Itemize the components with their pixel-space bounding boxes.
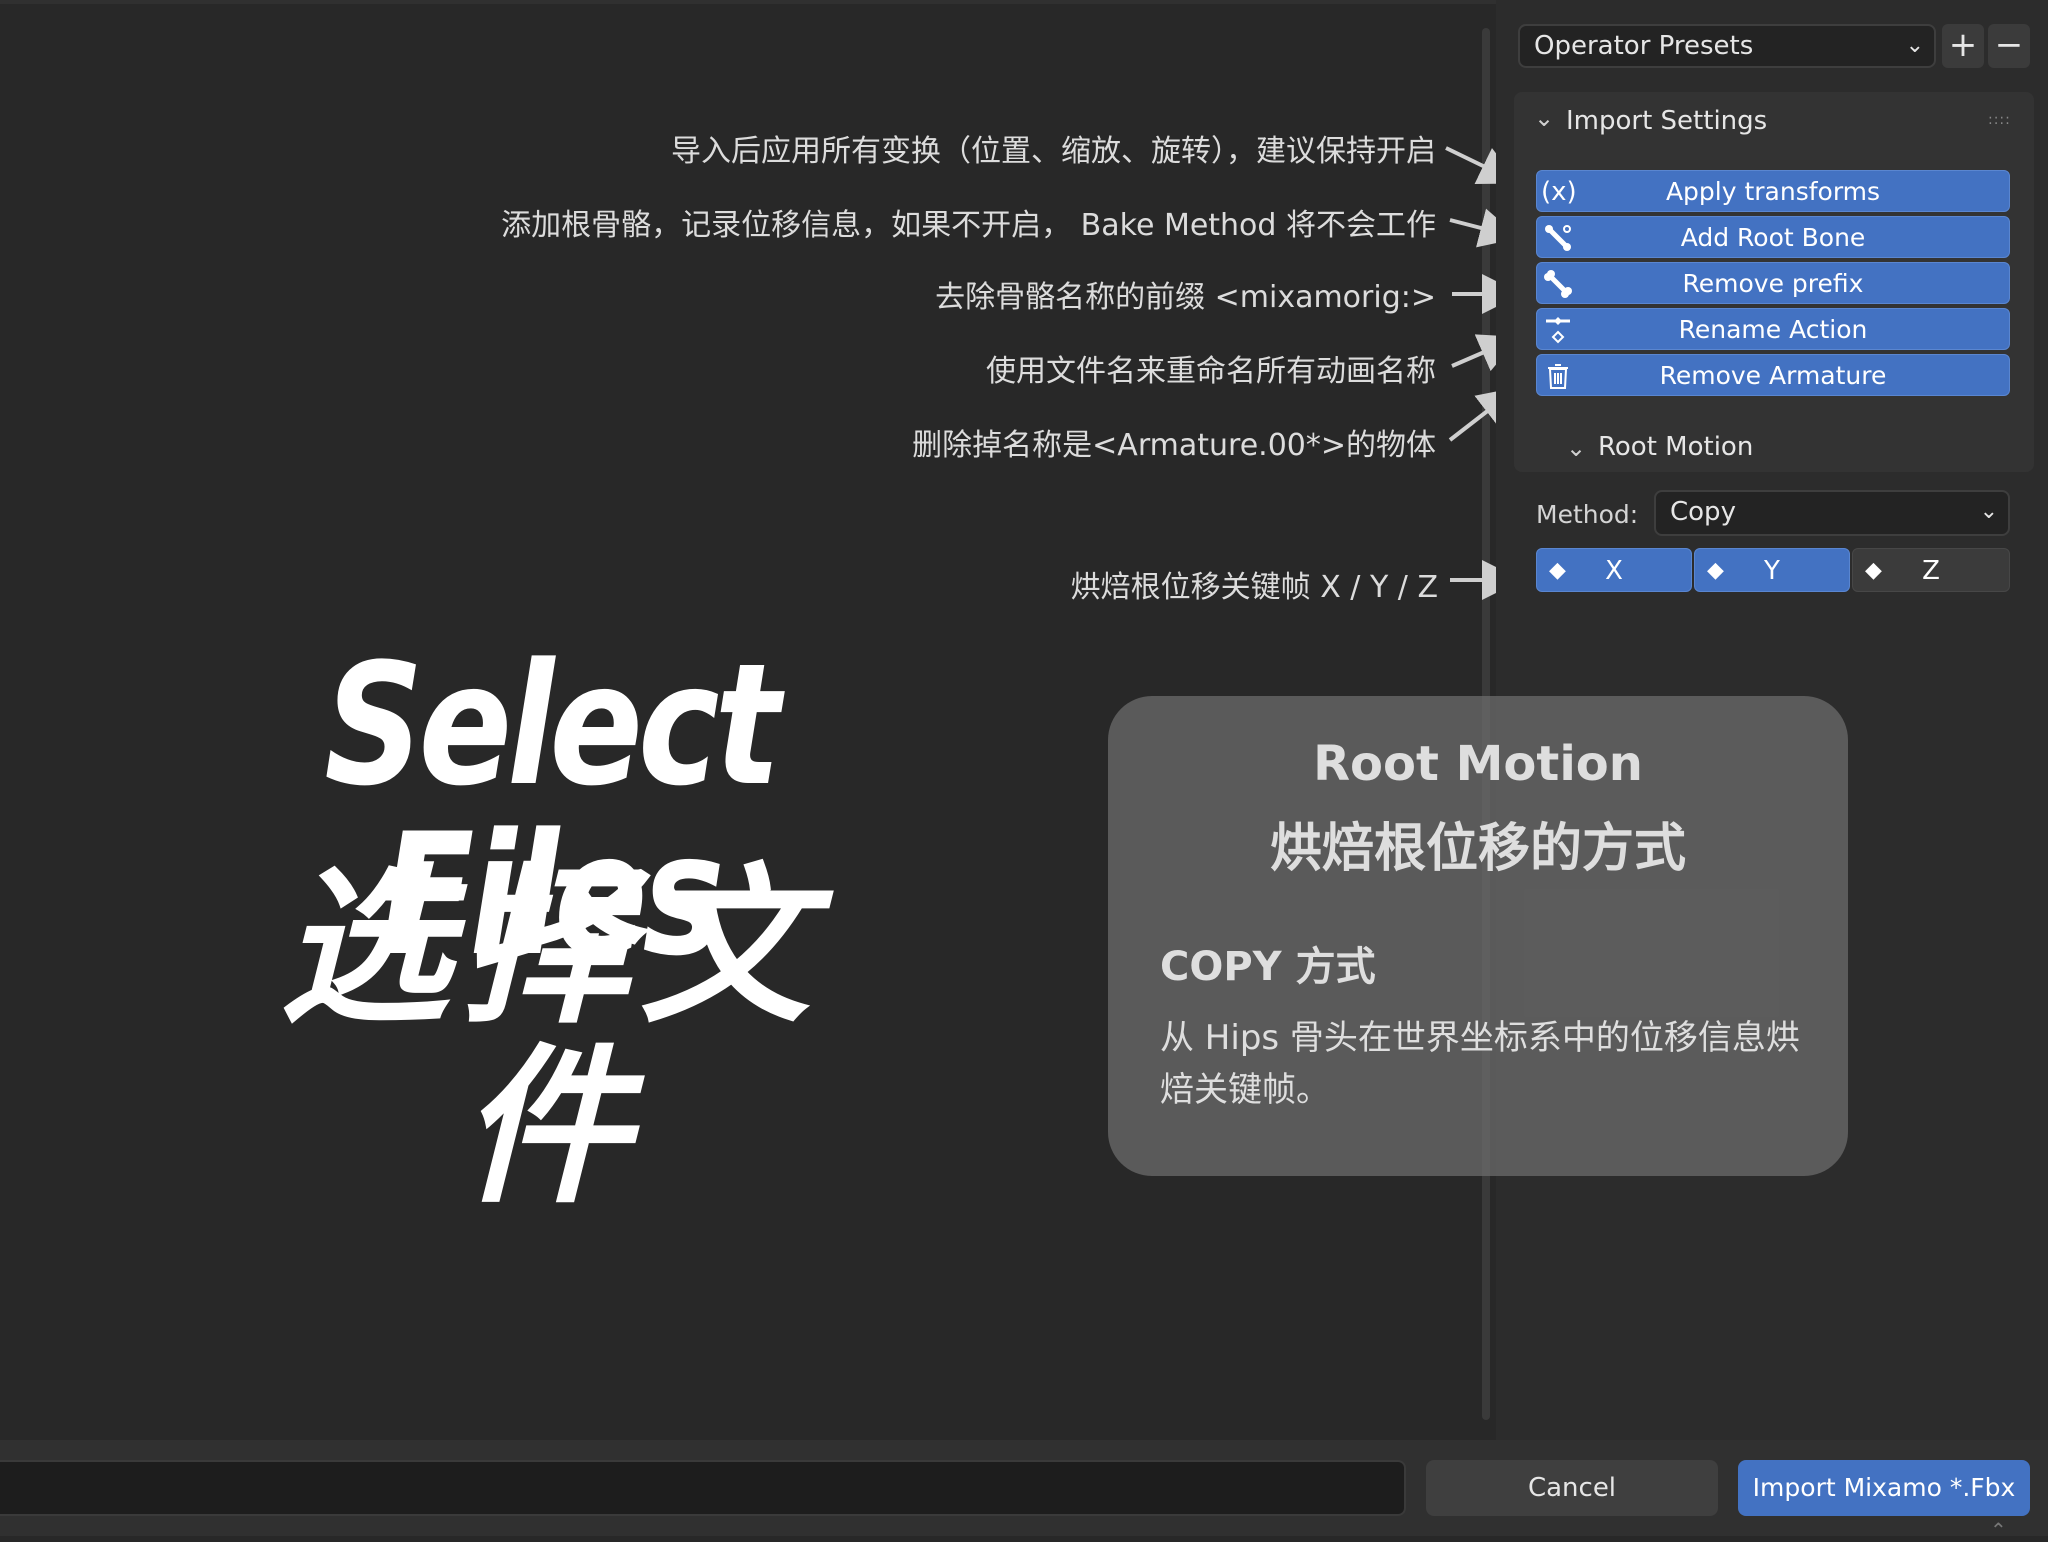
top-divider <box>0 0 1496 4</box>
method-value: Copy <box>1670 497 1736 527</box>
add-root-bone-button[interactable]: Add Root Bone <box>1536 216 2010 258</box>
bone-add-icon <box>1541 223 1575 253</box>
remove-prefix-button[interactable]: Remove prefix <box>1536 262 2010 304</box>
annotation-add-root-bone: 添加根骨骼，记录位移信息，如果不开启， Bake Method 将不会工作 <box>501 208 1436 243</box>
action-keyframe-icon <box>1541 315 1575 345</box>
annotation-remove-armature: 删除掉名称是<Armature.00*>的物体 <box>912 428 1436 463</box>
cancel-button[interactable]: Cancel <box>1426 1460 1718 1516</box>
axis-y-label: Y <box>1764 556 1780 586</box>
filename-input[interactable] <box>0 1460 1406 1516</box>
chevron-down-icon: ⌄ <box>1905 33 1924 58</box>
axis-x-toggle[interactable]: ◆ X <box>1536 548 1692 592</box>
trash-icon <box>1541 361 1575 391</box>
remove-armature-label: Remove Armature <box>1659 361 1887 390</box>
annotation-apply-transforms: 导入后应用所有变换（位置、缩放、旋转），建议保持开启 <box>671 134 1436 169</box>
chevron-up-icon[interactable]: ⌃ <box>1990 1518 2007 1542</box>
chevron-down-icon[interactable]: ⌄ <box>1566 434 1586 462</box>
tooltip-heading: COPY 方式 <box>1160 944 1376 990</box>
axis-x-label: X <box>1605 556 1623 586</box>
tooltip-popup: Root Motion 烘焙根位移的方式 COPY 方式 从 Hips 骨头在世… <box>1108 696 1848 1176</box>
rename-action-label: Rename Action <box>1678 315 1868 344</box>
variable-x-icon: (x) <box>1541 177 1577 207</box>
bone-icon <box>1541 269 1575 299</box>
remove-preset-button[interactable]: − <box>1988 24 2030 68</box>
chevron-down-icon: ⌄ <box>1979 499 1998 524</box>
apply-transforms-button[interactable]: (x) Apply transforms <box>1536 170 2010 212</box>
add-root-bone-label: Add Root Bone <box>1680 223 1866 252</box>
apply-transforms-label: Apply transforms <box>1665 177 1881 206</box>
method-label: Method: <box>1536 500 1639 529</box>
axis-z-toggle[interactable]: ◆ Z <box>1852 548 2010 592</box>
import-button[interactable]: Import Mixamo *.Fbx <box>1738 1460 2030 1516</box>
method-dropdown[interactable]: Copy ⌄ <box>1654 490 2010 536</box>
axis-z-label: Z <box>1922 556 1940 586</box>
import-settings-title[interactable]: Import Settings <box>1566 106 1767 136</box>
rename-action-button[interactable]: Rename Action <box>1536 308 2010 350</box>
remove-armature-button[interactable]: Remove Armature <box>1536 354 2010 396</box>
axis-y-toggle[interactable]: ◆ Y <box>1694 548 1850 592</box>
annotation-remove-prefix: 去除骨骼名称的前缀 <mixamorig:> <box>935 280 1436 315</box>
add-preset-button[interactable]: + <box>1942 24 1984 68</box>
chevron-down-icon[interactable]: ⌄ <box>1534 104 1554 132</box>
remove-prefix-label: Remove prefix <box>1682 269 1864 298</box>
drag-handle-icon[interactable]: :::: <box>1988 112 2011 128</box>
tooltip-title: Root Motion <box>1313 736 1643 792</box>
tooltip-subtitle: 烘焙根位移的方式 <box>1269 819 1686 879</box>
annotation-bake-axes: 烘焙根位移关键帧 X / Y / Z <box>1070 570 1438 605</box>
operator-presets-dropdown[interactable]: Operator Presets ⌄ <box>1518 24 1936 68</box>
overlay-subtitle: 选择文件 <box>279 849 820 1227</box>
root-motion-title[interactable]: Root Motion <box>1598 432 1753 462</box>
annotation-rename-action: 使用文件名来重命名所有动画名称 <box>986 354 1436 389</box>
tooltip-body: 从 Hips 骨头在世界坐标系中的位移信息烘焙关键帧。 <box>1160 1018 1800 1110</box>
presets-label: Operator Presets <box>1534 31 1754 61</box>
